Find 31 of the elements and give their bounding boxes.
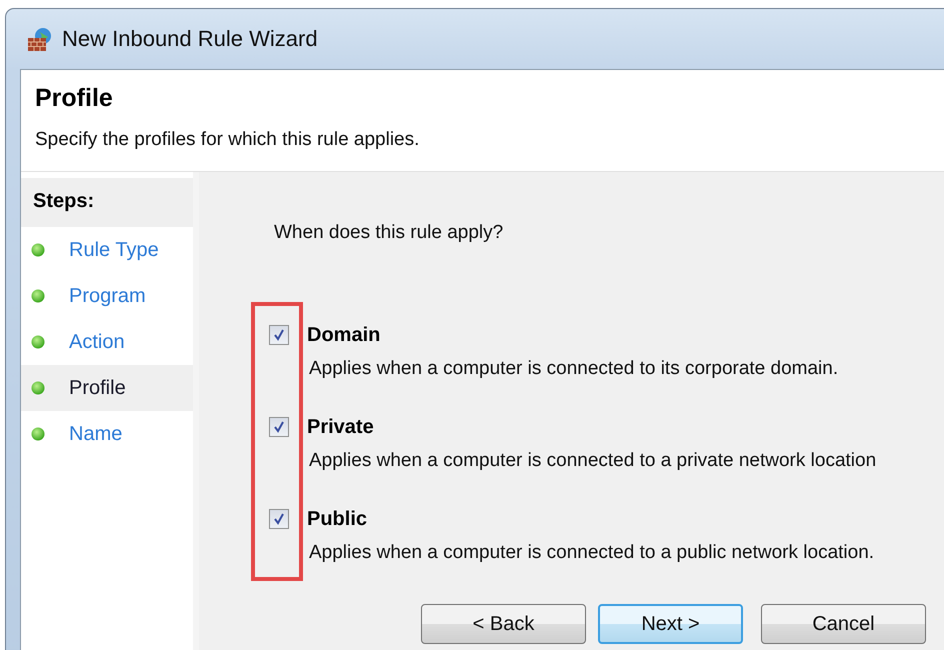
step-item[interactable]: Rule Type [21,227,193,273]
page-title: Profile [35,84,114,113]
option-description: Applies when a computer is connected to its corporate domain. [309,358,840,380]
checkbox[interactable] [269,509,289,529]
question-text: When does this rule apply? [274,222,504,244]
status-dot-icon [31,243,45,257]
checkbox-label: Private [307,416,374,438]
firewall-globe-icon [26,26,54,52]
wizard-button[interactable]: < Back [421,604,586,644]
window-title: New Inbound Rule Wizard [62,26,318,52]
checkmark-icon [272,420,286,434]
status-dot-icon [31,335,45,349]
checkbox-label: Domain [307,324,380,346]
steps-heading: Steps: [21,178,193,227]
status-dot-icon [31,381,45,395]
step-item[interactable]: Profile [21,365,193,411]
checkbox-label: Public [307,508,368,530]
step-item[interactable]: Name [21,411,193,457]
status-dot-icon [31,427,45,441]
step-item[interactable]: Program [21,273,193,319]
option-description: Applies when a computer is connected to a public network location. [309,542,876,564]
step-item[interactable]: Action [21,319,193,365]
page-subtitle: Specify the profiles for which this rule applies. [35,129,420,151]
checkbox[interactable] [269,417,289,437]
checkbox[interactable] [269,325,289,345]
option-description: Applies when a computer is connected to a private network location [309,450,878,472]
checkmark-icon [272,512,286,526]
checkmark-icon [272,328,286,342]
next-button[interactable]: Next > [598,604,743,644]
wizard-button[interactable]: Cancel [761,604,926,644]
status-dot-icon [31,289,45,303]
